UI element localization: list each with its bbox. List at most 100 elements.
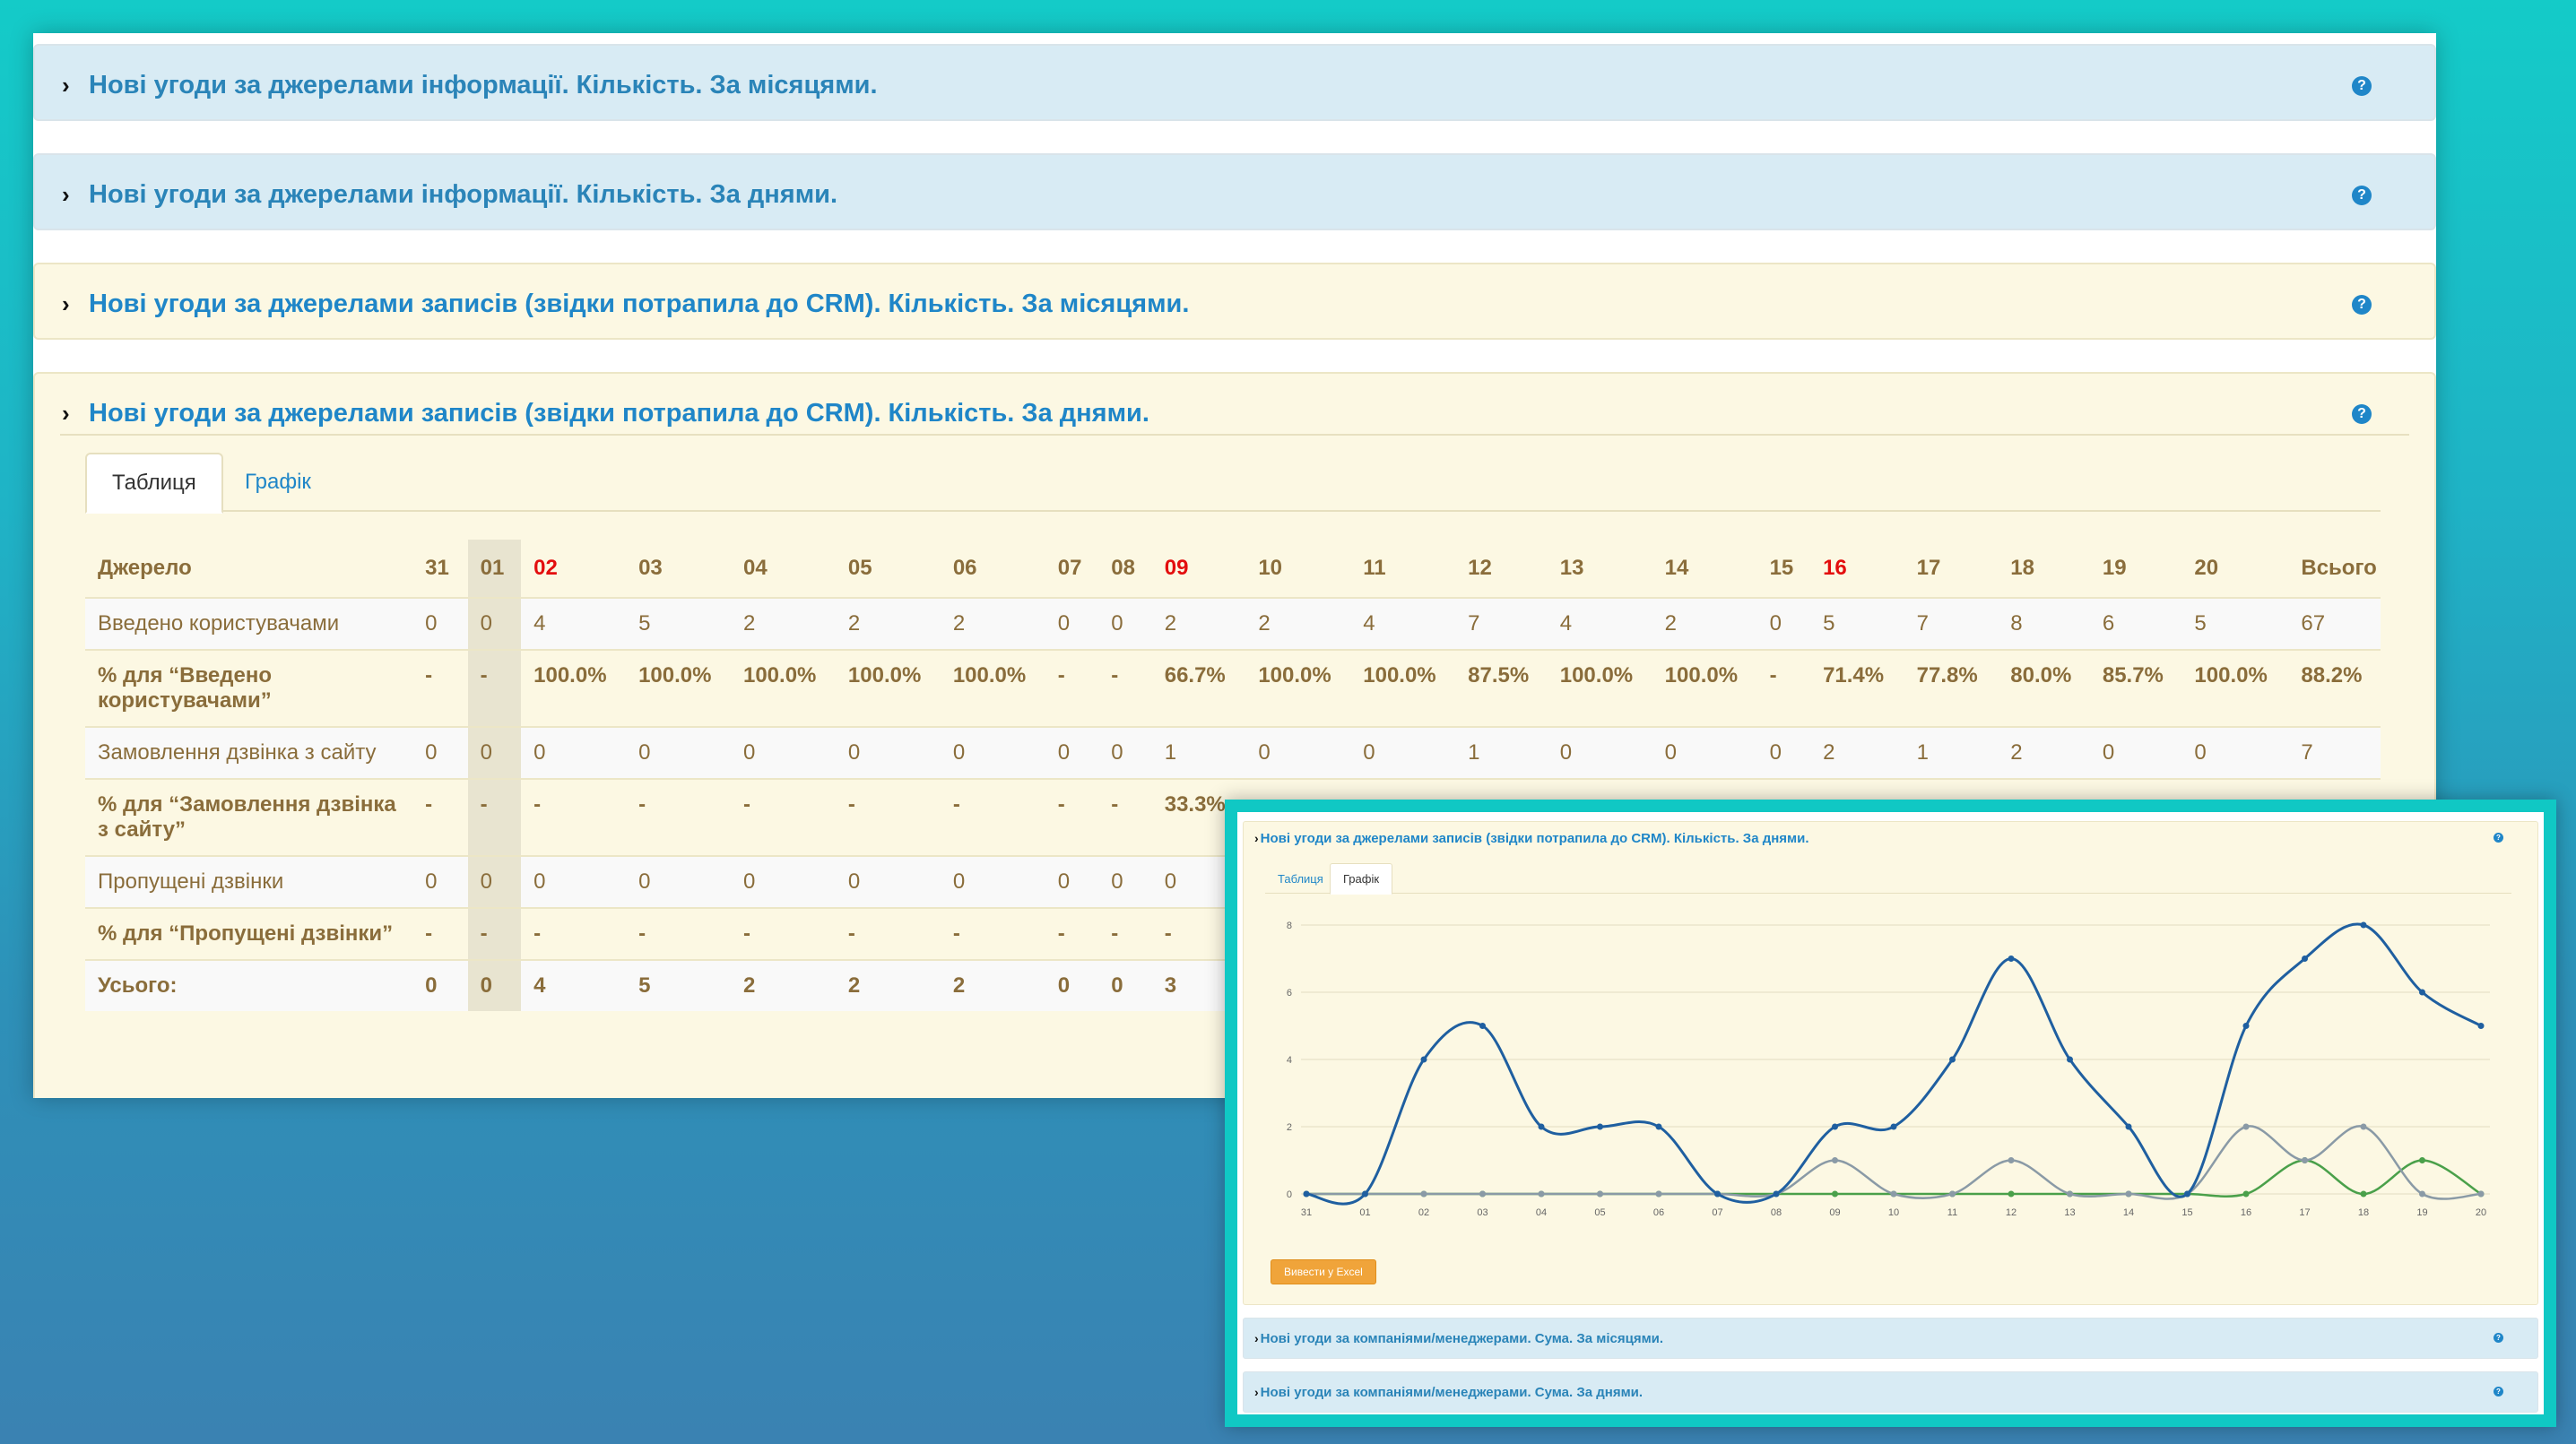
table-cell: 100.0% [730, 649, 836, 727]
x-tick-label: 08 [1771, 1207, 1782, 1218]
table-cell: 0 [1045, 959, 1099, 1011]
panel-header[interactable]: › Нові угоди за джерелами записів (звідк… [62, 395, 1149, 431]
export-excel-button[interactable]: Вивести у Excel [1271, 1259, 1376, 1284]
x-tick-label: 12 [2006, 1207, 2017, 1218]
data-point [2125, 1123, 2132, 1130]
panel-info-sources-monthly[interactable]: › Нові угоди за джерелами інформації. Кі… [33, 44, 2436, 121]
table-cell: 0 [626, 855, 731, 908]
row-label: Введено користувачами [85, 597, 413, 650]
table-cell: 1 [1904, 726, 1999, 779]
x-tick-label: 03 [1477, 1207, 1487, 1218]
inset-panel-title: Нові угоди за компаніями/менеджерами. Су… [1260, 1384, 1644, 1400]
chevron-right-icon: › [62, 180, 70, 208]
help-icon[interactable]: ? [2494, 1387, 2503, 1396]
col-header-weekend: 09 [1164, 556, 1189, 580]
panel-header[interactable]: › Нові угоди за джерелами записів (звідк… [62, 286, 1189, 322]
help-icon[interactable]: ? [2352, 186, 2372, 205]
inset-panel-title: Нові угоди за джерелами записів (звідки … [1260, 830, 1809, 846]
col-header: 31 [425, 556, 449, 580]
x-tick-label: 13 [2064, 1207, 2075, 1218]
table-cell: 2 [730, 597, 836, 650]
panel-header[interactable]: › Нові угоди за джерелами інформації. Кі… [62, 177, 837, 212]
inset-panel-header[interactable]: › Нові угоди за джерелами записів (звідк… [1254, 829, 1809, 847]
help-icon[interactable]: ? [2352, 76, 2372, 96]
x-tick-label: 15 [2181, 1207, 2192, 1218]
table-cell: 2 [1810, 726, 1904, 779]
table-cell: - [1756, 649, 1811, 727]
table-cell: 0 [1098, 959, 1152, 1011]
table-cell: 0 [730, 726, 836, 779]
chevron-right-icon: › [1254, 831, 1259, 845]
line-chart: 0246831 01 02 03 04 05 06 07 08 09 10 11 12 13 14 15 16 1… [1287, 921, 2490, 1218]
col-header: 04 [742, 556, 768, 580]
help-icon[interactable]: ? [2494, 833, 2503, 843]
table-cell: 87.5% [1455, 649, 1548, 727]
table-cell: - [467, 907, 522, 960]
table-cell: 7 [2288, 726, 2381, 779]
data-point [1949, 1056, 1956, 1063]
help-icon[interactable]: ? [2494, 1333, 2503, 1343]
table-cell: 5 [1810, 597, 1904, 650]
table-cell: - [467, 649, 522, 727]
table-cell: 5 [2181, 597, 2289, 650]
data-point [2008, 955, 2015, 962]
table-cell: 0 [467, 959, 522, 1011]
inset-panel-managers-daily[interactable]: › Нові угоди за компаніями/менеджерами. … [1243, 1371, 2538, 1413]
data-point [2067, 1190, 2073, 1198]
tab-table[interactable]: Таблиця [1265, 863, 1336, 894]
table-cell: - [626, 778, 731, 856]
y-tick-label: 6 [1287, 988, 1292, 999]
chevron-right-icon: › [62, 399, 70, 427]
table-cell: 0 [1652, 726, 1757, 779]
chevron-right-icon: › [1254, 1385, 1259, 1399]
table-cell: 0 [1045, 726, 1099, 779]
table-cell: 0 [1547, 726, 1652, 779]
table-cell: 71.4% [1810, 649, 1904, 727]
panel-title: Нові угоди за джерелами записів (звідки … [89, 398, 1149, 428]
help-icon[interactable]: ? [2352, 295, 2372, 315]
col-header: 19 [2102, 556, 2127, 580]
help-icon[interactable]: ? [2352, 404, 2372, 424]
table-cell: 2 [940, 959, 1045, 1011]
col-header: 06 [952, 556, 977, 580]
data-point [1655, 1190, 1662, 1198]
inset-view-tabs: Таблиця Графік [1265, 863, 2511, 895]
table-cell: 7 [1455, 597, 1548, 650]
x-tick-label: 20 [2476, 1207, 2486, 1218]
table-cell: - [1098, 649, 1152, 727]
table-cell: 0 [835, 726, 941, 779]
data-point [2302, 1157, 2308, 1163]
table-cell: - [835, 907, 941, 960]
col-header: 14 [1664, 556, 1689, 580]
y-tick-label: 4 [1287, 1055, 1292, 1066]
col-header: Всього [2301, 556, 2377, 580]
data-point [2184, 1190, 2190, 1198]
table-cell: - [521, 907, 627, 960]
tab-chart[interactable]: Графік [220, 453, 336, 512]
table-cell: 0 [940, 726, 1045, 779]
table-cell: 0 [1098, 855, 1152, 908]
inset-content: › Нові угоди за джерелами записів (звідк… [1237, 812, 2544, 1414]
panel-header[interactable]: › Нові угоди за джерелами інформації. Кі… [62, 67, 878, 103]
x-tick-label: 18 [2358, 1207, 2369, 1218]
panel-record-sources-monthly[interactable]: › Нові угоди за джерелами записів (звідк… [33, 263, 2436, 340]
col-header: 17 [1916, 556, 1941, 580]
panel-title: Нові угоди за джерелами інформації. Кіль… [89, 179, 838, 209]
table-cell: - [1045, 778, 1099, 856]
inset-panel-managers-monthly[interactable]: › Нові угоди за компаніями/менеджерами. … [1243, 1318, 2538, 1359]
table-cell: - [1098, 907, 1152, 960]
data-point [1597, 1190, 1603, 1198]
panel-info-sources-daily[interactable]: › Нові угоди за джерелами інформації. Кі… [33, 153, 2436, 230]
inset-panel-title: Нові угоди за компаніями/менеджерами. Су… [1260, 1330, 1664, 1346]
table-cell: 6 [2089, 597, 2182, 650]
tab-chart[interactable]: Графік [1330, 863, 1393, 895]
table-cell: 0 [521, 855, 627, 908]
inset-panel-header[interactable]: › Нові угоди за компаніями/менеджерами. … [1254, 1329, 1663, 1347]
chevron-right-icon: › [62, 290, 70, 317]
inset-panel-record-sources-daily: › Нові угоди за джерелами записів (звідк… [1243, 821, 2538, 1305]
inset-panel-header[interactable]: › Нові угоди за компаніями/менеджерами. … [1254, 1383, 1643, 1401]
table-cell: 0 [1350, 726, 1456, 779]
tab-table[interactable]: Таблиця [85, 453, 223, 514]
data-point [2360, 1190, 2367, 1198]
table-cell: 0 [412, 959, 468, 1011]
